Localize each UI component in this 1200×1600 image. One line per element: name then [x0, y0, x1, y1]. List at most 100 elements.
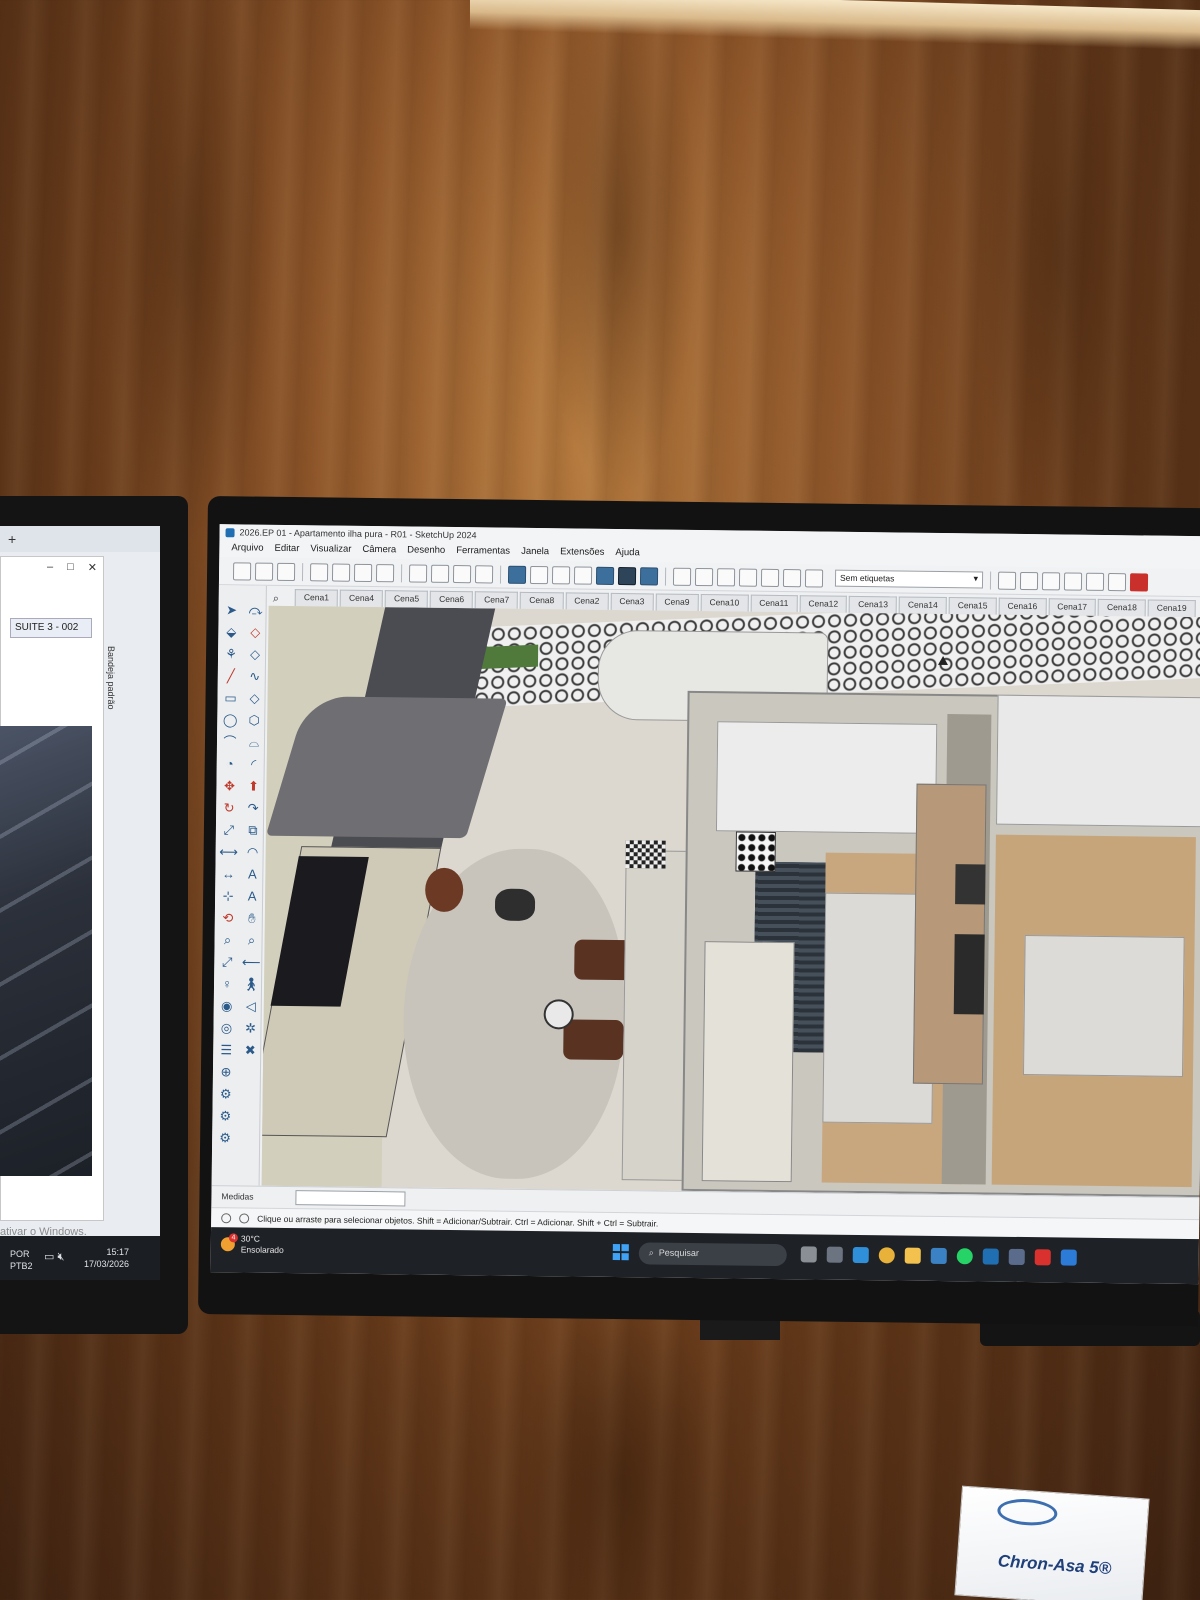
- pan-tool-icon[interactable]: ✋︎: [241, 907, 263, 929]
- network-icon[interactable]: ▭: [44, 1251, 54, 1263]
- three-point-arc-icon[interactable]: ◜: [243, 753, 265, 775]
- speaker-muted-icon[interactable]: 🔇︎: [57, 1251, 64, 1263]
- scene-tab[interactable]: Cena12: [799, 595, 848, 613]
- position-camera-icon[interactable]: ♀: [216, 973, 238, 995]
- iso-view-icon[interactable]: [672, 567, 692, 586]
- sandbox-icon[interactable]: ◎: [215, 1017, 237, 1039]
- teams-icon[interactable]: [930, 1247, 947, 1265]
- lasso-tool-icon[interactable]: ⤼: [244, 599, 266, 621]
- cut-icon[interactable]: [309, 562, 329, 581]
- follow-me-icon[interactable]: ↷: [242, 797, 264, 819]
- scene-tab[interactable]: Cena14: [898, 596, 947, 615]
- scene-tab[interactable]: Cena1: [294, 589, 339, 607]
- measurements-input[interactable]: [295, 1190, 406, 1207]
- freehand-tool-icon[interactable]: ∿: [244, 665, 266, 687]
- protractor-icon[interactable]: ◠: [242, 841, 264, 863]
- chrome-icon[interactable]: [878, 1247, 895, 1264]
- menu-window[interactable]: Janela: [521, 546, 549, 559]
- copy-icon[interactable]: [331, 563, 351, 582]
- move-tool-icon[interactable]: ✥: [218, 775, 240, 797]
- eraser-icon[interactable]: ◇: [244, 621, 266, 643]
- dimension-tool-icon[interactable]: ↔: [217, 863, 239, 885]
- offset-tool-icon[interactable]: ⧉: [242, 819, 264, 841]
- search-scenes-icon[interactable]: ⌕: [273, 593, 279, 606]
- sketchup-taskbar-icon[interactable]: [982, 1248, 999, 1265]
- scene-tab[interactable]: Cena19: [1147, 599, 1196, 618]
- scene-tab[interactable]: Cena16: [998, 597, 1047, 616]
- zoom-extents-icon[interactable]: ⤢: [216, 951, 238, 973]
- shaded-style-icon[interactable]: [573, 565, 593, 585]
- maximize-icon[interactable]: □: [67, 561, 74, 574]
- zoom-tool-icon[interactable]: ⌕: [216, 929, 238, 951]
- tape-measure-icon[interactable]: ⟷: [218, 841, 240, 863]
- backface-style-icon[interactable]: [639, 566, 659, 586]
- new-tab-button[interactable]: +: [8, 531, 16, 547]
- scene-tab[interactable]: Cena2: [565, 592, 609, 610]
- menu-view[interactable]: Visualizar: [310, 543, 351, 557]
- scene-tab[interactable]: Cena3: [610, 592, 654, 611]
- rotated-rectangle-icon[interactable]: ◇: [243, 687, 265, 709]
- section-tool-icon[interactable]: ◁: [240, 995, 262, 1017]
- walk-tool-icon[interactable]: 🚶︎: [240, 973, 262, 995]
- right-view-icon[interactable]: [738, 567, 758, 587]
- menu-edit[interactable]: Editar: [274, 543, 300, 556]
- scale-tool-icon[interactable]: ⤢: [218, 819, 240, 841]
- redo-icon[interactable]: [430, 564, 450, 583]
- extension-tool-a-icon[interactable]: ⚙: [215, 1083, 237, 1105]
- eraser-alt-icon[interactable]: ◇: [244, 643, 266, 665]
- orbit-tool-icon[interactable]: ⟲: [217, 907, 239, 929]
- line-tool-icon[interactable]: ╱: [220, 665, 242, 687]
- shaded-textures-style-icon[interactable]: [595, 566, 615, 585]
- camera-icon[interactable]: [997, 571, 1017, 590]
- polygon-tool-icon[interactable]: ⬡: [243, 709, 265, 731]
- monochrome-style-icon[interactable]: [617, 566, 637, 585]
- whatsapp-icon[interactable]: [956, 1248, 973, 1265]
- scene-tab[interactable]: Cena15: [948, 597, 997, 615]
- taskbar-search[interactable]: ⌕ Pesquisar: [638, 1242, 787, 1267]
- scene-tab[interactable]: Cena9: [655, 593, 699, 611]
- globe-icon[interactable]: [1019, 571, 1039, 590]
- left-3d-viewport[interactable]: [0, 726, 92, 1176]
- render-icon[interactable]: [1129, 572, 1149, 591]
- widgets-icon[interactable]: [826, 1246, 843, 1263]
- warehouse-icon[interactable]: [1085, 572, 1105, 591]
- minimize-icon[interactable]: –: [47, 561, 53, 574]
- task-view-icon[interactable]: [800, 1246, 817, 1263]
- scene-tab[interactable]: Cena5: [384, 590, 429, 608]
- model-info-icon[interactable]: [474, 564, 494, 583]
- extension-tool-b-icon[interactable]: ⚙: [214, 1105, 236, 1127]
- pie-tool-icon[interactable]: ◔: [219, 753, 241, 775]
- weather-widget[interactable]: 4 30°C Ensolarado: [220, 1233, 284, 1256]
- paste-icon[interactable]: [353, 563, 373, 582]
- menu-draw[interactable]: Desenho: [407, 544, 445, 557]
- photos-app-icon[interactable]: [1060, 1249, 1077, 1266]
- menu-file[interactable]: Arquivo: [231, 542, 263, 555]
- top-view-icon[interactable]: [694, 567, 714, 586]
- xray-style-icon[interactable]: [507, 565, 527, 584]
- left-view-icon[interactable]: [782, 568, 802, 587]
- paint-bucket-icon[interactable]: ⬙: [220, 621, 242, 643]
- scene-tab[interactable]: Cena13: [849, 595, 898, 614]
- geo-location-icon[interactable]: ⊕: [215, 1061, 237, 1083]
- clock[interactable]: 15:17 17/03/2026: [84, 1246, 129, 1270]
- menu-help[interactable]: Ajuda: [615, 547, 639, 560]
- layers-icon[interactable]: ☰: [215, 1039, 237, 1061]
- open-file-icon[interactable]: [254, 562, 274, 581]
- 3d-viewport[interactable]: [261, 605, 1200, 1198]
- scene-tab[interactable]: Cena18: [1097, 598, 1146, 617]
- arc-tool-icon[interactable]: ⌒: [219, 731, 241, 753]
- select-tool-icon[interactable]: ➤: [220, 599, 242, 621]
- print-icon[interactable]: [452, 564, 472, 583]
- rectangle-tool-icon[interactable]: ▭: [219, 687, 241, 709]
- front-view-icon[interactable]: [716, 567, 736, 586]
- save-icon[interactable]: [276, 562, 296, 581]
- tag-tool-icon[interactable]: ⚘: [220, 643, 242, 665]
- scene-tab[interactable]: Cena10: [700, 594, 749, 612]
- axes-tool-icon[interactable]: ⊹: [217, 885, 239, 907]
- back-view-icon[interactable]: [760, 568, 780, 587]
- section-plane-icon[interactable]: [804, 568, 824, 588]
- erase-icon[interactable]: [375, 563, 395, 582]
- menu-extensions[interactable]: Extensões: [560, 546, 605, 560]
- scene-tab[interactable]: Cena6: [430, 590, 474, 609]
- edge-icon[interactable]: [852, 1246, 869, 1264]
